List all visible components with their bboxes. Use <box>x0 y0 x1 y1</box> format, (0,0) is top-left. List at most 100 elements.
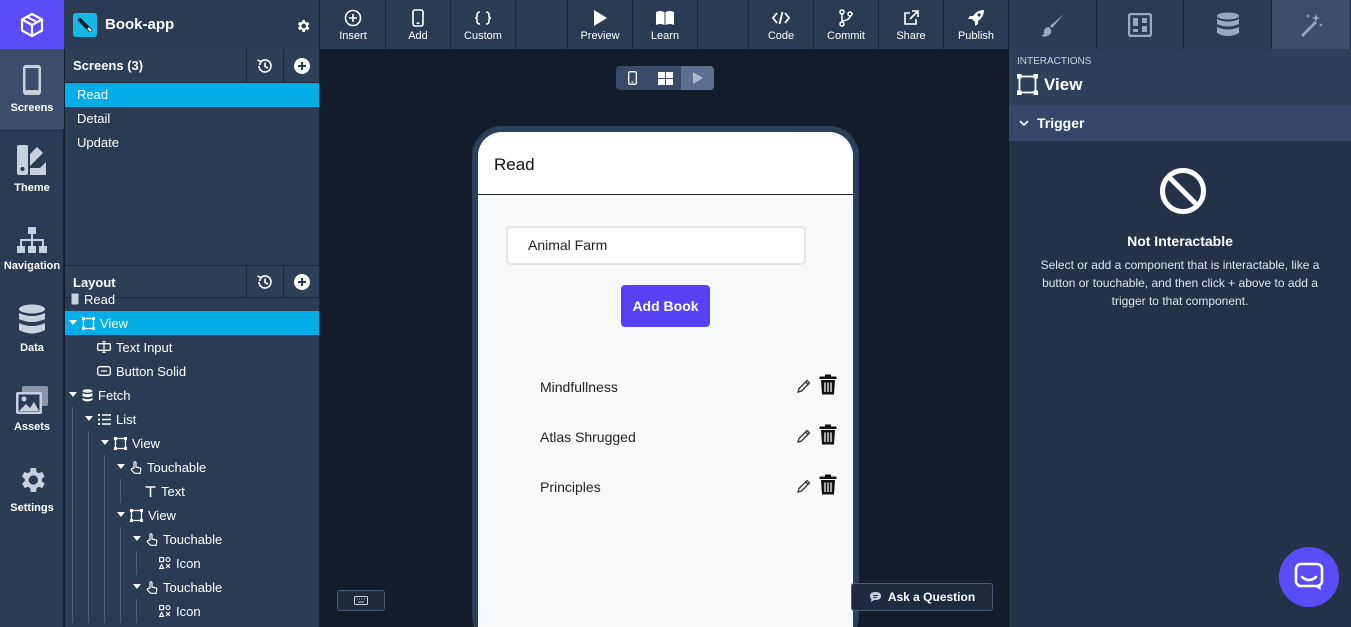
code-button[interactable]: Code <box>749 0 814 49</box>
insert-button[interactable]: Insert <box>321 0 386 49</box>
tree-item-text[interactable]: Text <box>65 479 319 503</box>
publish-button[interactable]: Publish <box>944 0 1009 49</box>
brush-icon <box>1040 12 1066 38</box>
pencil-icon[interactable] <box>796 429 811 444</box>
tree-item-icon[interactable]: Icon <box>65 599 319 623</box>
app-title-bar: Book-app <box>65 0 320 49</box>
learn-label: Learn <box>650 29 680 42</box>
tree-item-view[interactable]: View <box>65 503 319 527</box>
learn-button[interactable]: Learn <box>633 0 698 49</box>
screens-history-icon[interactable] <box>246 49 283 83</box>
add-button[interactable]: Add <box>386 0 451 49</box>
tree-guide <box>72 575 73 599</box>
trigger-label: Trigger <box>1037 115 1085 131</box>
pencil-icon[interactable] <box>796 379 811 394</box>
tree-item-touchable[interactable]: Touchable <box>65 527 319 551</box>
screen-item-update[interactable]: Update <box>65 131 319 155</box>
tree-guide <box>120 479 121 503</box>
tree-guide <box>88 575 89 599</box>
tree-item-fetch[interactable]: Fetch <box>65 383 319 407</box>
caret-down-icon[interactable] <box>116 510 126 520</box>
tree-guide <box>136 599 137 623</box>
tree-guide <box>72 431 73 455</box>
tree-item-touchable[interactable]: Touchable <box>65 575 319 599</box>
share-button[interactable]: Share <box>879 0 944 49</box>
screen-item-read[interactable]: Read <box>65 83 319 107</box>
nav-assets[interactable]: Assets <box>0 369 64 449</box>
plus-circle-icon <box>344 8 362 28</box>
screens-panel: Screens (3) Read Detail Update <box>65 49 320 265</box>
nav-data-label: Data <box>20 342 44 354</box>
text-input-icon <box>97 341 111 353</box>
phone-icon <box>22 64 42 96</box>
add-screen-icon[interactable] <box>283 49 320 83</box>
nav-screens[interactable]: Screens <box>0 49 64 129</box>
inspector-component: View <box>1017 74 1082 95</box>
nav-navigation[interactable]: Navigation <box>0 209 64 289</box>
list-item[interactable]: Atlas Shrugged <box>478 422 853 452</box>
list-item[interactable]: Mindfullness <box>478 372 853 402</box>
screen-item-detail[interactable]: Detail <box>65 107 319 131</box>
logo-icon[interactable] <box>0 0 64 49</box>
caret-down-icon[interactable] <box>132 534 142 544</box>
commit-button[interactable]: Commit <box>814 0 879 49</box>
tree-guide <box>104 599 105 623</box>
tree-guide <box>88 503 89 527</box>
caret-down-icon[interactable] <box>84 414 94 424</box>
grid-view-icon[interactable] <box>649 66 682 90</box>
interactions-tab[interactable] <box>1272 0 1351 49</box>
data-tab[interactable] <box>1184 0 1272 49</box>
view-icon <box>82 316 95 330</box>
tree-item-list[interactable]: List <box>65 407 319 431</box>
tree-guide <box>120 551 121 575</box>
nav-data[interactable]: Data <box>0 289 64 369</box>
pencil-icon[interactable] <box>796 479 811 494</box>
preview-button[interactable]: Preview <box>568 0 633 49</box>
caret-down-icon[interactable] <box>68 318 78 328</box>
tree-item-touchable[interactable]: Touchable <box>65 455 319 479</box>
tree-guide <box>104 527 105 551</box>
code-icon <box>772 8 790 28</box>
trash-icon[interactable] <box>819 474 837 495</box>
tree-item-label: Fetch <box>98 387 131 403</box>
tree-item-icon[interactable]: Icon <box>65 551 319 575</box>
tree-guide <box>72 527 73 551</box>
trash-icon[interactable] <box>819 424 837 445</box>
tree-item-view[interactable]: View <box>65 431 319 455</box>
tree-item-label: Text Input <box>116 339 173 355</box>
nav-settings[interactable]: Settings <box>0 449 64 529</box>
tree-item-view[interactable]: View <box>65 311 319 335</box>
caret-down-icon[interactable] <box>68 390 78 400</box>
screens-panel-header: Screens (3) <box>65 49 319 83</box>
toolbar-spacer <box>516 0 568 49</box>
caret-down-icon[interactable] <box>100 438 110 448</box>
play-view-icon[interactable] <box>681 66 714 90</box>
nav-theme[interactable]: Theme <box>0 129 64 209</box>
trigger-section[interactable]: Trigger <box>1009 105 1351 141</box>
tree-guide <box>72 599 73 623</box>
app-icon <box>73 12 97 37</box>
tree-item-button-solid[interactable]: Button Solid <box>65 359 319 383</box>
custom-button[interactable]: Custom <box>451 0 516 49</box>
book-title-input[interactable]: Animal Farm <box>506 226 806 265</box>
view-icon <box>114 436 127 450</box>
inspector-panel: INTERACTIONS View Trigger Not Interactab… <box>1009 49 1351 627</box>
list-item[interactable]: Principles <box>478 472 853 502</box>
style-tab[interactable] <box>1009 0 1097 49</box>
caret-down-icon[interactable] <box>132 582 142 592</box>
tree-guide <box>72 407 73 431</box>
keyboard-button[interactable] <box>337 590 385 611</box>
tree-guide <box>88 599 89 623</box>
app-settings-gear-icon[interactable] <box>295 18 311 34</box>
trash-icon[interactable] <box>819 374 837 395</box>
add-book-button[interactable]: Add Book <box>621 285 710 327</box>
support-chat-button[interactable] <box>1279 547 1339 607</box>
mobile-view-icon[interactable] <box>616 66 649 90</box>
ask-question-button[interactable]: Ask a Question <box>851 583 993 611</box>
layout-tab[interactable] <box>1097 0 1184 49</box>
tree-guide <box>104 479 105 503</box>
list-icon <box>98 413 111 425</box>
tree-item-text-input[interactable]: Text Input <box>65 335 319 359</box>
caret-down-icon[interactable] <box>116 462 126 472</box>
tree-item-read[interactable]: Read <box>65 287 319 311</box>
